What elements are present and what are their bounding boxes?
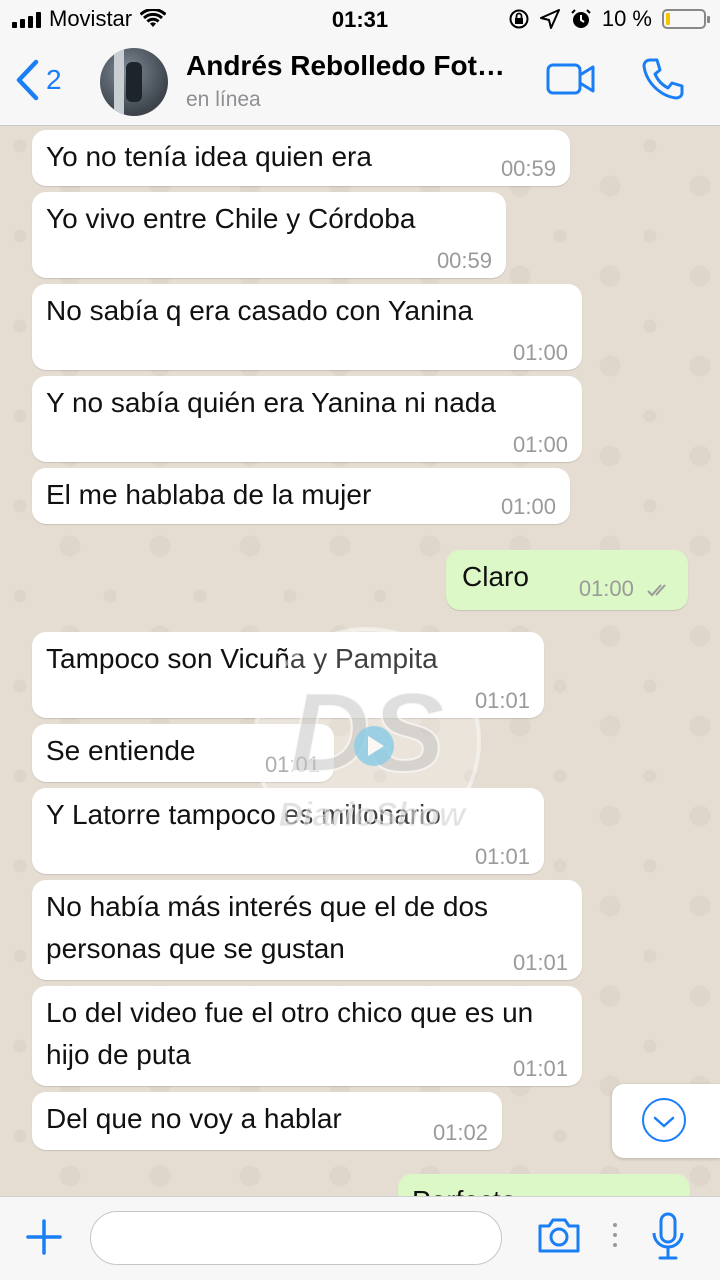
- message-bubble[interactable]: Yo no tenía idea quien era 00:59: [32, 130, 570, 186]
- message-time: 01:00: [579, 578, 674, 600]
- rotation-lock-icon: [509, 9, 529, 29]
- avatar[interactable]: [100, 48, 168, 116]
- alarm-icon: [571, 9, 591, 28]
- message-text: No había más interés que el de dos perso…: [46, 891, 489, 964]
- message-text: No sabía q era casado con Yanina: [46, 295, 474, 326]
- more-dots-icon: [613, 1223, 617, 1247]
- message-time: 01:01: [512, 950, 568, 975]
- phone-icon[interactable]: [640, 56, 686, 102]
- message-composer: [0, 1196, 720, 1280]
- message-time: 01:00: [512, 340, 568, 365]
- status-bar: Movistar 01:31 10 %: [0, 0, 720, 40]
- message-bubble[interactable]: Del que no voy a hablar 01:02: [32, 1092, 502, 1150]
- message-text: El me hablaba de la mujer: [46, 479, 372, 510]
- message-input[interactable]: [90, 1211, 502, 1265]
- message-bubble[interactable]: No sabía q era casado con Yanina 01:00: [32, 284, 582, 370]
- watermark-brand: DiarioShow: [278, 796, 468, 834]
- message-bubble-outgoing[interactable]: Perfecto: [398, 1174, 690, 1196]
- watermark-logo: DS DiarioShow: [253, 627, 481, 855]
- camera-icon[interactable]: [536, 1215, 582, 1255]
- message-time: 00:59: [436, 248, 492, 273]
- message-text: Yo vivo entre Chile y Córdoba: [46, 203, 416, 234]
- message-text: Yo no tenía idea quien era: [46, 141, 372, 172]
- chat-header: 2 Andrés Rebolledo Fot… en línea: [0, 40, 720, 126]
- message-text: Del que no voy a hablar: [46, 1103, 342, 1134]
- message-bubble[interactable]: Lo del video fue el otro chico que es un…: [32, 986, 582, 1086]
- back-chevron-icon: [16, 59, 39, 101]
- message-time: 01:00: [500, 494, 556, 519]
- contact-status: en línea: [186, 88, 261, 111]
- video-call-icon[interactable]: [546, 62, 596, 96]
- plus-icon[interactable]: [24, 1217, 64, 1257]
- chevron-down-icon: [653, 1116, 675, 1128]
- chat-area[interactable]: Yo no tenía idea quien era 00:59 Yo vivo…: [0, 126, 720, 1196]
- double-check-icon: [647, 584, 666, 597]
- message-time: 01:01: [512, 1056, 568, 1081]
- scroll-to-bottom-button[interactable]: [612, 1084, 720, 1158]
- message-bubble[interactable]: Yo vivo entre Chile y Córdoba 00:59: [32, 192, 506, 278]
- message-bubble[interactable]: Y no sabía quién era Yanina ni nada 01:0…: [32, 376, 582, 462]
- location-icon: [539, 9, 560, 29]
- message-text: Lo del video fue el otro chico que es un…: [46, 997, 534, 1070]
- message-time: 00:59: [500, 156, 556, 181]
- microphone-icon[interactable]: [650, 1211, 686, 1263]
- unread-count: 2: [46, 64, 62, 95]
- message-time: 01:02: [432, 1120, 488, 1145]
- message-text: Y no sabía quién era Yanina ni nada: [46, 387, 496, 418]
- message-bubble[interactable]: No había más interés que el de dos perso…: [32, 880, 582, 980]
- contact-name[interactable]: Andrés Rebolledo Fot…: [186, 50, 526, 82]
- battery-percent: 10 %: [601, 6, 652, 31]
- back-button[interactable]: 2: [14, 58, 62, 102]
- message-text: Perfecto: [412, 1180, 676, 1196]
- battery-icon: [662, 9, 710, 29]
- message-bubble[interactable]: El me hablaba de la mujer 01:00: [32, 468, 570, 524]
- message-bubble-outgoing[interactable]: Claro 01:00: [446, 550, 688, 610]
- message-time: 01:00: [512, 432, 568, 457]
